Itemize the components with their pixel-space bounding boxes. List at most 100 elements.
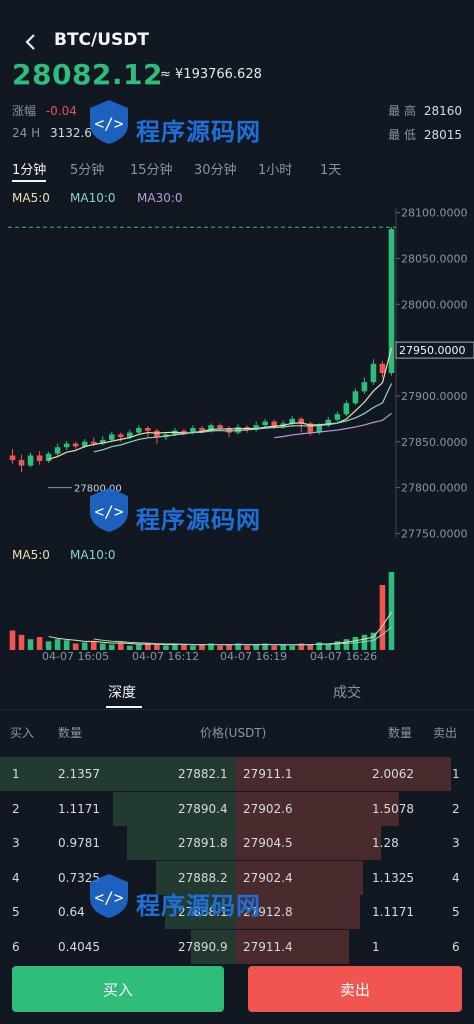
header: BTC/USDT: [0, 26, 474, 60]
y-tick-label: 27800.0000: [401, 482, 467, 495]
low-label: 最 低: [388, 128, 416, 142]
watermark-shield-icon: </>: [90, 100, 128, 144]
bid-price: 27890.4: [178, 801, 228, 816]
svg-text:</>: </>: [95, 502, 124, 521]
qty-col-header: 数量: [58, 726, 83, 740]
y-tick-label: 28000.0000: [401, 298, 467, 311]
current-price-label: 27950.0000: [399, 344, 465, 357]
tab-depth[interactable]: 深度: [108, 682, 136, 702]
volume-bar: [117, 642, 124, 650]
orderbook-row[interactable]: 1 2.1357 27882.1 27911.1 2.0062 1: [0, 757, 474, 791]
svg-text:</>: </>: [95, 888, 124, 907]
ask-index: 5: [452, 905, 460, 919]
candle-body: [343, 403, 350, 415]
candle-body: [145, 428, 151, 431]
sell-col-header: 卖出: [433, 726, 458, 740]
trading-screen: BTC/USDT 28082.12 ≈ ¥193766.628 涨幅 -0.04…: [0, 0, 474, 1024]
svg-text:</>: </>: [95, 114, 124, 133]
orderbook-header: 买入 数量 价格(USDT) 数量 卖出: [0, 722, 474, 742]
ask-index: 1: [452, 767, 460, 781]
volume-chart: [0, 566, 474, 650]
volume-bar: [81, 642, 88, 650]
ma30-legend: MA30:0: [137, 191, 183, 205]
candle-body: [262, 421, 268, 426]
y-tick-label: 27900.0000: [401, 390, 467, 403]
sell-button[interactable]: 卖出: [248, 966, 462, 1012]
change-label: 涨幅: [12, 104, 37, 118]
ask-price: 27911.4: [243, 939, 293, 954]
vol-ma5-legend: MA5:0: [12, 548, 50, 562]
bid-qty: 2.1357: [58, 767, 100, 781]
ask-qty: 1.1171: [372, 905, 414, 919]
buy-button[interactable]: 买入: [12, 966, 224, 1012]
watermark-shield-icon: </>: [90, 488, 128, 532]
ask-index: 4: [452, 870, 460, 885]
row-index: 4: [12, 870, 20, 885]
low-stat: 最 低 28015: [388, 126, 462, 143]
orderbook-row[interactable]: 2 1.1171 27890.4 27902.6 1.5078 2: [0, 791, 474, 826]
candle-body: [235, 427, 241, 433]
ask-price: 27904.5: [243, 836, 293, 850]
chevron-left-icon[interactable]: [20, 30, 42, 54]
volume-bar: [343, 639, 350, 650]
watermark-text: 程序源码网: [136, 506, 261, 534]
volume-bar: [361, 634, 368, 650]
candle-body: [27, 455, 34, 466]
last-price: 28082.12: [12, 58, 164, 91]
volume-stat: 24 H 3132.6: [12, 126, 92, 140]
ma10-legend: MA10:0: [70, 191, 116, 205]
candle-body: [72, 443, 79, 447]
time-label: 04-07 16:12: [132, 650, 200, 663]
high-stat: 最 高 28160: [388, 102, 462, 119]
candle-body: [181, 430, 187, 433]
watermark-text: 程序源码网: [136, 892, 261, 920]
time-axis: 04-07 16:05 04-07 16:12 04-07 16:19 04-0…: [0, 650, 474, 668]
candle-body: [108, 434, 115, 440]
volume-bar: [316, 642, 323, 650]
row-index: 5: [12, 905, 20, 919]
y-tick-label: 27750.0000: [401, 527, 467, 538]
price-col-header: 价格(USDT): [200, 726, 267, 740]
pair-title[interactable]: BTC/USDT: [54, 30, 149, 50]
active-tab-indicator: [106, 706, 142, 708]
ask-index: 6: [452, 939, 460, 954]
candle-body: [379, 363, 386, 373]
bid-price: 27890.9: [178, 939, 228, 954]
bid-price: 27882.1: [178, 767, 228, 781]
volume-bar: [45, 641, 52, 650]
volume-bar: [18, 634, 25, 650]
row-index: 2: [12, 801, 20, 816]
time-label: 04-07 16:26: [310, 650, 378, 663]
y-tick-label: 28050.0000: [401, 252, 467, 265]
ask-price: 27902.6: [243, 801, 293, 816]
time-label: 04-07 16:05: [42, 650, 110, 663]
volume-bar: [379, 585, 386, 650]
candle-body: [217, 425, 223, 428]
ask-index: 3: [452, 836, 460, 850]
time-label: 04-07 16:19: [220, 650, 288, 663]
candle-body: [136, 428, 142, 433]
candle-body: [352, 391, 359, 404]
watermark-text: 程序源码网: [136, 118, 261, 146]
qty2-col-header: 数量: [388, 726, 413, 740]
orderbook-row[interactable]: 3 0.9781 27891.8 27904.5 1.28 3: [0, 826, 474, 860]
candle-body: [54, 447, 61, 454]
volume-bar: [36, 637, 43, 650]
buy-col-header: 买入: [10, 726, 35, 740]
tab-trades[interactable]: 成交: [333, 682, 361, 702]
candle-body: [90, 441, 97, 444]
tab-1day[interactable]: 1天: [320, 159, 341, 178]
volume-bar: [27, 639, 34, 650]
ma5-legend: MA5:0: [12, 191, 50, 205]
orderbook-tabs: 深度 成交: [0, 676, 474, 710]
y-tick-label: 27850.0000: [401, 436, 467, 449]
row-index: 6: [12, 939, 20, 954]
candle-body: [36, 455, 43, 461]
volume-bar: [63, 640, 70, 650]
volume-bar: [388, 572, 395, 650]
bid-qty: 0.9781: [58, 836, 100, 850]
candle-body: [18, 460, 25, 466]
volume-bar: [54, 639, 61, 650]
tab-1min[interactable]: 1分钟: [12, 159, 46, 178]
ask-qty: 1.5078: [372, 801, 414, 816]
